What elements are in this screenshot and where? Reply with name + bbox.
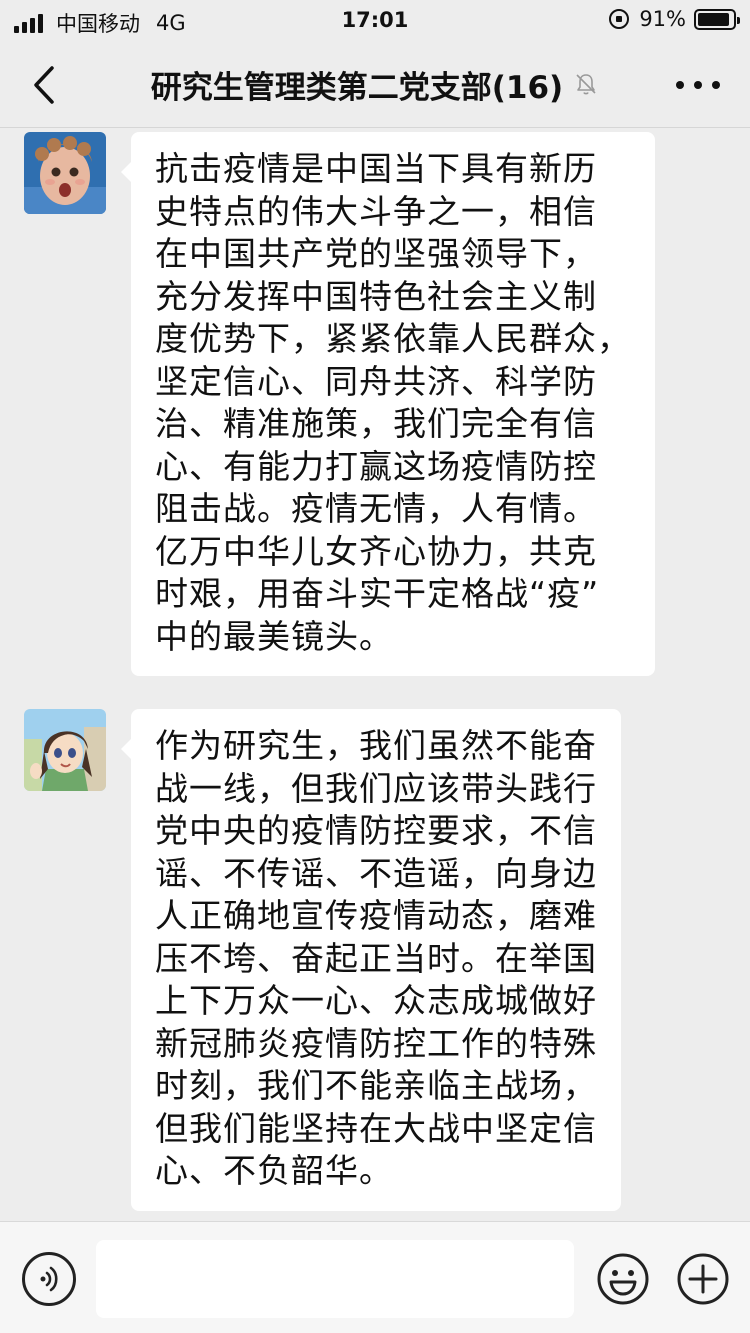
status-right: 91%	[609, 7, 740, 31]
battery-icon	[694, 8, 740, 30]
input-bar	[0, 1221, 750, 1333]
message-line: 但我们能坚持在大战中坚定信	[155, 1108, 597, 1148]
message-line: 战一线，但我们应该带头践行	[155, 768, 597, 808]
baby-avatar-image	[24, 132, 106, 214]
more-dot	[712, 81, 720, 89]
anime-girl-avatar-image	[24, 709, 106, 791]
emoji-icon	[597, 1253, 649, 1305]
message-line: 作为研究生，我们虽然不能奋	[155, 726, 597, 765]
chat-screen: 中国移动 4G 17:01 91% 研究生管理类第二党支部(16) 抗击疫情是中…	[0, 0, 750, 1333]
battery-percent: 91%	[639, 7, 686, 31]
message-line: 压不垮、奋起正当时。在举国	[155, 938, 597, 978]
message-line: 在中国共产党的坚强领导下，	[155, 234, 597, 273]
chevron-left-icon	[34, 66, 54, 104]
message-line: 人正确地宣传疫情动态，磨难	[155, 896, 597, 935]
back-button[interactable]	[22, 60, 72, 110]
message-line: 充分发挥中国特色社会主义制	[155, 276, 597, 316]
message-bubble[interactable]: 抗击疫情是中国当下具有新历 史特点的伟大斗争之一，相信 在中国共产党的坚强领导下…	[121, 132, 655, 676]
status-bar: 中国移动 4G 17:01 91%	[0, 0, 750, 42]
message-line: 史特点的伟大斗争之一，相信	[155, 191, 597, 231]
message-line: 谣、不传谣、不造谣，向身边	[155, 853, 597, 893]
message-line: 时刻，我们不能亲临主战场，	[155, 1066, 597, 1105]
nav-title-wrap: 研究生管理类第二党支部(16)	[120, 62, 630, 106]
message-line: 抗击疫情是中国当下具有新历	[155, 149, 597, 188]
message-line: 心、不负韶华。	[155, 1151, 393, 1190]
battery-fill	[698, 12, 729, 26]
message-input[interactable]	[96, 1240, 574, 1318]
baby-avatar[interactable]	[24, 132, 106, 214]
message-line: 治、精准施策，我们完全有信	[155, 404, 597, 443]
anime-girl-avatar[interactable]	[24, 709, 106, 791]
voice-button[interactable]	[22, 1252, 76, 1306]
message-line: 亿万中华儿女齐心协力，共克	[155, 531, 597, 571]
orientation-lock-icon	[609, 9, 630, 29]
message-line: 时艰，用奋斗实干定格战“疫”	[155, 574, 600, 613]
message-line: 上下万众一心、众志成城做好	[155, 981, 597, 1020]
message-line: 党中央的疫情防控要求，不信	[155, 811, 597, 850]
bell-muted-icon	[576, 74, 596, 95]
nav-bar: 研究生管理类第二党支部(16)	[0, 42, 750, 128]
more-dot	[694, 81, 702, 89]
chat-title: 研究生管理类第二党支部(16)	[150, 69, 564, 106]
message-list[interactable]: 抗击疫情是中国当下具有新历 史特点的伟大斗争之一，相信 在中国共产党的坚强领导下…	[0, 129, 750, 1221]
message-line: 阻击战。疫情无情，人有情。	[155, 489, 597, 528]
message-line: 度优势下，紧紧依靠人民群众，	[155, 319, 631, 358]
plus-button[interactable]	[676, 1252, 730, 1306]
voice-icon	[40, 1266, 58, 1292]
message-line: 新冠肺炎疫情防控工作的特殊	[155, 1023, 597, 1063]
plus-icon	[677, 1253, 729, 1305]
more-button[interactable]	[676, 68, 720, 102]
message-line: 中的最美镜头。	[155, 616, 393, 656]
message-line: 心、有能力打赢这场疫情防控	[155, 446, 597, 486]
message-bubble[interactable]: 作为研究生，我们虽然不能奋 战一线，但我们应该带头践行 党中央的疫情防控要求，不…	[121, 709, 621, 1211]
more-dot	[676, 81, 684, 89]
message-line: 坚定信心、同舟共济、科学防	[155, 361, 597, 401]
emoji-button[interactable]	[596, 1252, 650, 1306]
